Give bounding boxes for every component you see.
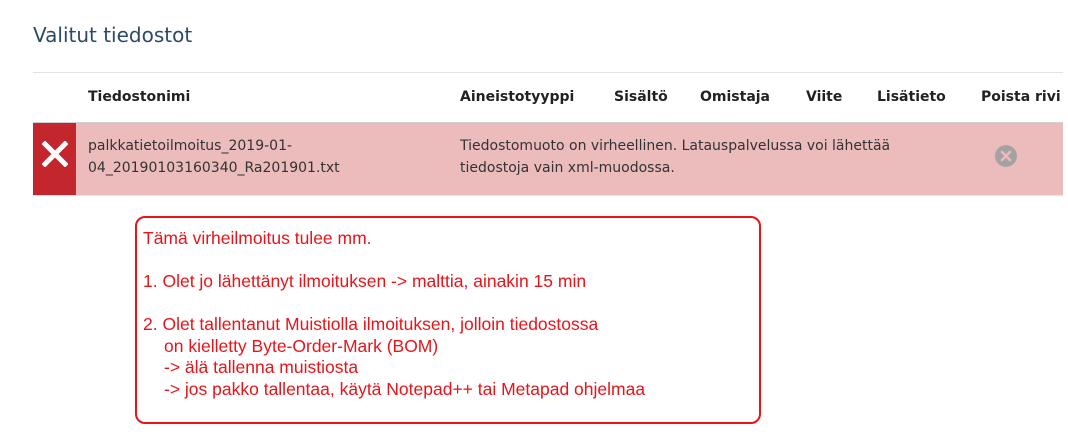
section-title: Valitut tiedostot [33, 23, 193, 47]
annotation-line: Tämä virheilmoitus tulee mm. [143, 228, 372, 248]
header-owner: Omistaja [700, 89, 771, 105]
annotation-callout: Tämä virheilmoitus tulee mm. 1. Olet jo … [135, 216, 761, 424]
annotation-spacer [143, 250, 753, 272]
filename-line: 04_20190103160340_Ra201901.txt [88, 160, 340, 176]
error-message-line: tiedostoja vain xml-muodossa. [460, 160, 675, 176]
filename-line: palkkatietoilmoitus_2019-01- [88, 138, 293, 154]
annotation-spacer [143, 293, 753, 315]
error-message-line: Tiedostomuoto on virheellinen. Latauspal… [460, 138, 891, 154]
x-icon [42, 141, 68, 167]
remove-circle-icon[interactable] [995, 145, 1017, 167]
annotation-line: 1. Olet jo lähettänyt ilmoituksen -> mal… [143, 271, 587, 291]
table-row: palkkatietoilmoitus_2019-01- 04_20190103… [33, 123, 1063, 195]
header-content: Sisältö [614, 89, 668, 105]
table-row-divider [33, 195, 1063, 196]
table-header: Tiedostonimi Aineistotyyppi Sisältö Omis… [33, 73, 1063, 123]
filename-cell: palkkatietoilmoitus_2019-01- 04_20190103… [88, 135, 340, 179]
error-status-marker [33, 123, 76, 195]
annotation-line: on kielletty Byte-Order-Mark (BOM) [164, 335, 439, 356]
header-additional-info: Lisätieto [877, 89, 946, 105]
error-message-cell: Tiedostomuoto on virheellinen. Latauspal… [460, 135, 890, 179]
header-remove-row: Poista rivi [981, 89, 1061, 105]
annotation-line: -> älä tallenna muistiosta [164, 357, 359, 377]
remove-row-button[interactable] [995, 145, 1017, 167]
header-filename: Tiedostonimi [88, 89, 191, 105]
header-material-type: Aineistotyyppi [460, 89, 575, 105]
annotation-line: -> jos pakko tallentaa, käytä Notepad++ … [164, 378, 646, 399]
header-reference: Viite [806, 89, 843, 105]
annotation-line: 2. Olet tallentanut Muistiolla ilmoituks… [143, 314, 599, 334]
